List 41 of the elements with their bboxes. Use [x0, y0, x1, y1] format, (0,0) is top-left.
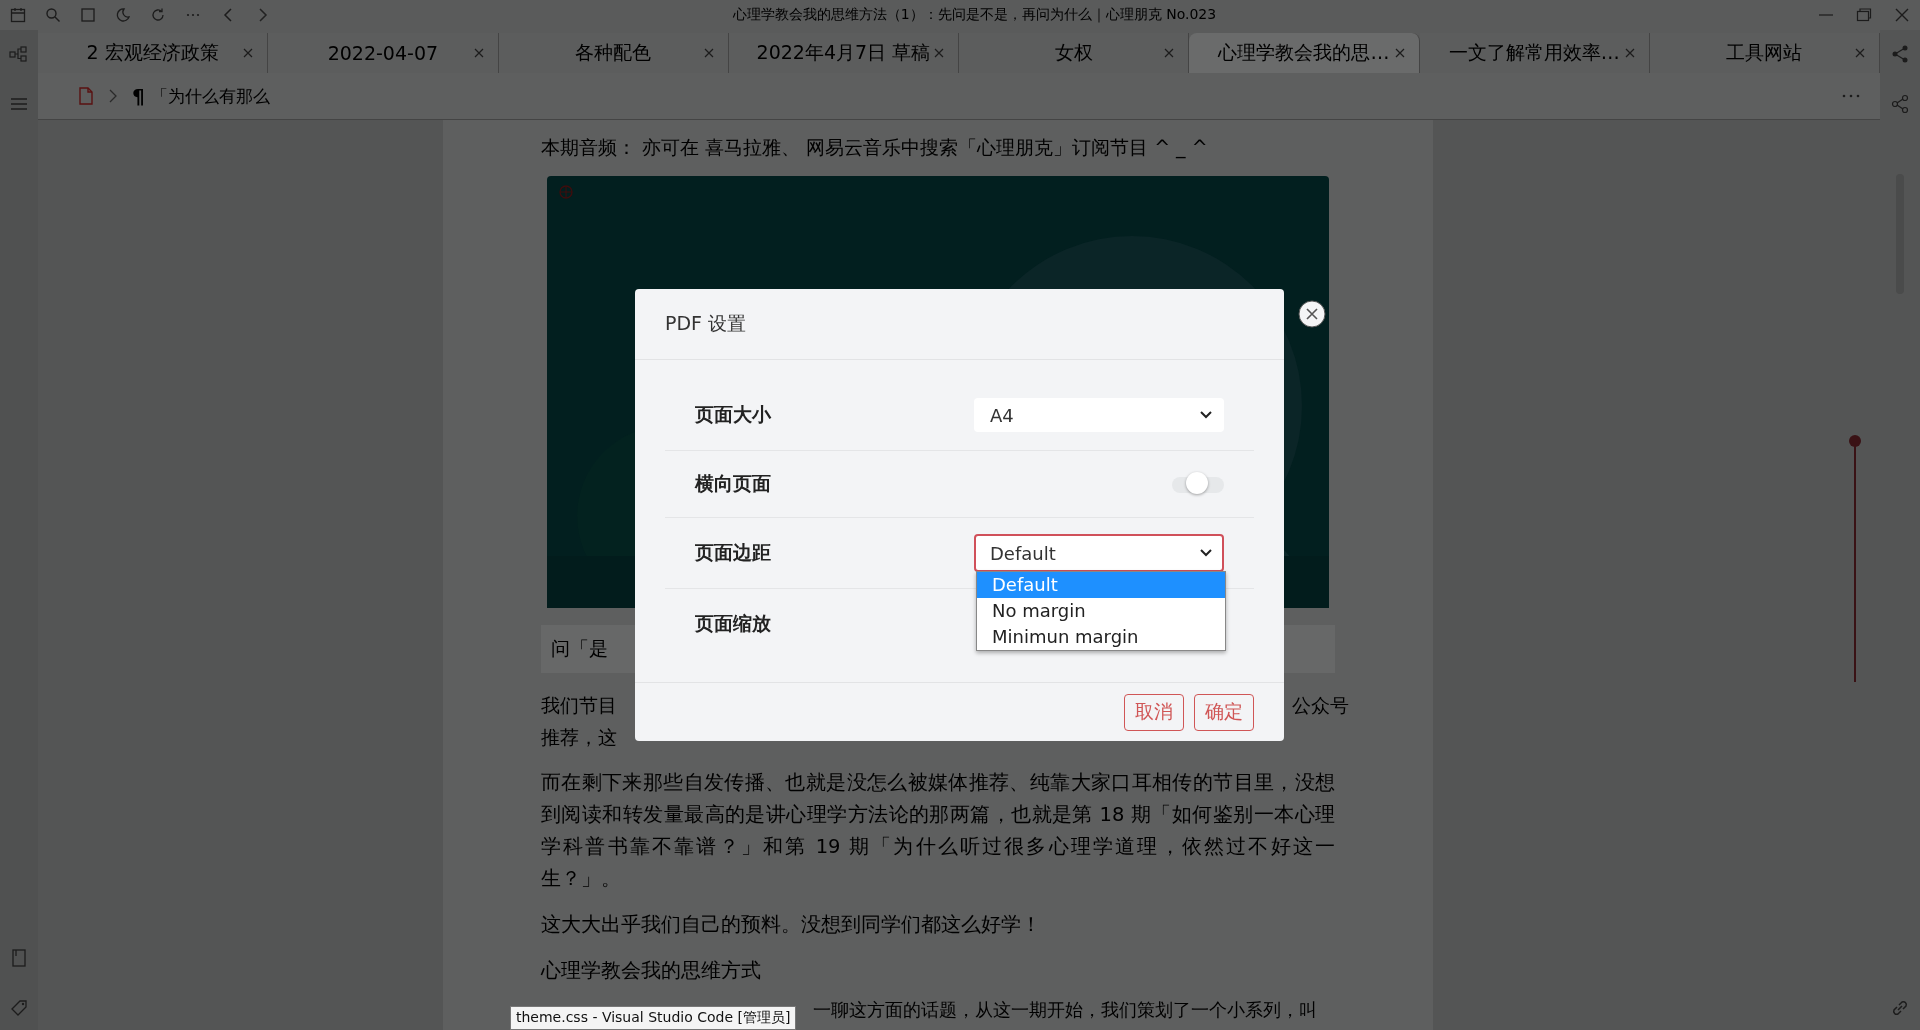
file-icon[interactable]: [78, 87, 94, 105]
paragraph-fragment: 我们节目: [541, 693, 617, 718]
dropdown-option[interactable]: Default: [977, 572, 1225, 598]
setting-label: 页面大小: [695, 402, 771, 427]
paragraph-fragment: 推荐，这: [541, 725, 618, 750]
paragraph: 心理学教会我的思维方式: [541, 958, 762, 984]
setting-label: 横向页面: [695, 471, 771, 496]
paragraph-fragment: 公众号: [1292, 693, 1349, 718]
tooltip: theme.css - Visual Studio Code [管理员]: [510, 1006, 797, 1030]
dialog-title: PDF 设置: [665, 311, 747, 336]
moon-icon[interactable]: [115, 7, 131, 23]
bookmark-icon[interactable]: [9, 948, 29, 968]
caret-icon: [1200, 549, 1212, 557]
select-field[interactable]: A4: [974, 398, 1224, 432]
square-icon[interactable]: [80, 7, 96, 23]
setting-label: 页面边距: [695, 540, 771, 565]
maximize-icon[interactable]: [1856, 7, 1872, 23]
close-icon[interactable]: [1298, 300, 1326, 328]
refresh-icon[interactable]: [150, 7, 166, 23]
quote-text: 问「是: [551, 636, 608, 661]
more-icon[interactable]: [1842, 93, 1860, 99]
heading-mark: ¶: [132, 84, 145, 108]
confirm-button[interactable]: 确定: [1194, 693, 1254, 731]
calendar-icon[interactable]: [10, 7, 26, 23]
window-title: 心理学教会我的思维方法（1）：先问是不是，再问为什么｜心理朋克 No.023: [731, 6, 1218, 24]
tab[interactable]: 心理学教会我的思…: [1189, 33, 1420, 73]
paragraph: 这大大出乎我们自己的预料。没想到同学们都这么好学！: [541, 912, 1042, 938]
cancel-button[interactable]: 取消: [1124, 693, 1184, 731]
paragraph: 而在剩下来那些自发传播、也就是没怎么被媒体推荐、纯靠大家口耳相传的节目里，没想到阅读和转发量最高的是讲心理学方法论的那两篇，也就是第 18 期「如何鉴别一本心理学科普书靠不靠谱？」和第 19 期「为什么听过很多心理学道理，依然过不好这一生？」。: [541, 770, 1335, 892]
search-icon[interactable]: [45, 7, 61, 23]
dropdown-option[interactable]: Minimun margin: [977, 624, 1225, 650]
select-field[interactable]: Default: [974, 534, 1224, 572]
dropdown-option[interactable]: No margin: [977, 598, 1225, 624]
tag-icon[interactable]: [9, 998, 29, 1018]
link-icon[interactable]: [1890, 998, 1910, 1018]
breadcrumb-item[interactable]: 「为什么有那么: [150, 84, 270, 108]
audio-line: 本期音频： 亦可在 喜马拉雅、 网易云音乐中搜索「心理朋克」订阅节目 ^ _ ^: [541, 135, 1209, 161]
caret-icon: [1200, 411, 1212, 419]
chevron-icon: [108, 89, 118, 103]
setting-label: 页面缩放: [695, 611, 771, 636]
paragraph-fragment: 一聊这方面的话题，从这一期开始，我们策划了一个小系列，叫: [813, 998, 1317, 1022]
